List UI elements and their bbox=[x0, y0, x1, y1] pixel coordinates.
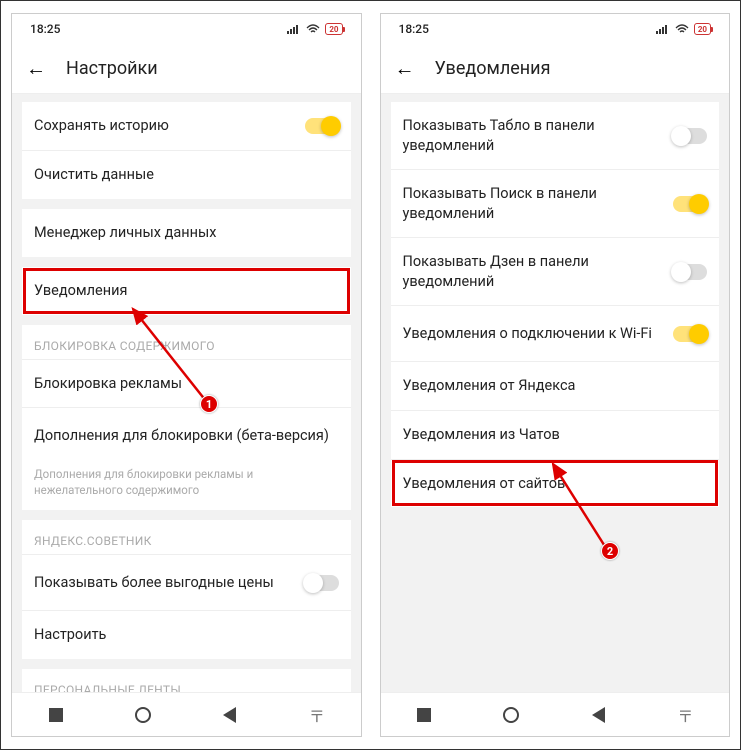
row-show-search[interactable]: Показывать Поиск в панели уведомлений bbox=[391, 169, 720, 237]
row-site-notif[interactable]: Уведомления от сайтов bbox=[391, 459, 720, 508]
battery-icon: 20 bbox=[325, 23, 342, 35]
row-show-zen[interactable]: Показывать Дзен в панели уведомлений bbox=[391, 237, 720, 305]
status-bar: 18:25 20 bbox=[381, 14, 730, 44]
status-time: 18:25 bbox=[30, 22, 60, 36]
nav-back[interactable] bbox=[588, 705, 608, 725]
phone-left: 18:25 20 ← Настройки Сохранять историю О… bbox=[11, 13, 362, 737]
toggle-show-search[interactable] bbox=[673, 196, 707, 212]
page-title: Уведомления bbox=[435, 58, 551, 79]
wifi-icon bbox=[306, 24, 320, 34]
battery-icon: 20 bbox=[694, 23, 711, 35]
status-icons: 20 bbox=[287, 23, 342, 35]
nav-bar: 〒 bbox=[12, 692, 361, 736]
row-wifi-notif[interactable]: Уведомления о подключении к Wi-Fi bbox=[391, 305, 720, 361]
nav-back[interactable] bbox=[220, 705, 240, 725]
row-ad-block[interactable]: Блокировка рекламы bbox=[22, 359, 351, 408]
nav-home[interactable] bbox=[133, 705, 153, 725]
row-save-history[interactable]: Сохранять историю bbox=[22, 102, 351, 150]
row-notifications[interactable]: Уведомления bbox=[22, 267, 351, 315]
section-feeds: ПЕРСОНАЛЬНЫЕ ЛЕНТЫ bbox=[22, 669, 351, 692]
row-chat-notif[interactable]: Уведомления из Чатов bbox=[391, 410, 720, 459]
nav-accessibility[interactable]: 〒 bbox=[675, 705, 695, 725]
row-configure[interactable]: Настроить bbox=[22, 610, 351, 659]
status-icons: 20 bbox=[656, 23, 711, 35]
nav-accessibility[interactable]: 〒 bbox=[307, 705, 327, 725]
annotation-badge-1: 1 bbox=[200, 395, 218, 413]
row-clear-data[interactable]: Очистить данные bbox=[22, 150, 351, 199]
settings-content: Сохранять историю Очистить данные Менедж… bbox=[12, 94, 361, 692]
back-button[interactable]: ← bbox=[26, 56, 46, 81]
status-time: 18:25 bbox=[399, 22, 429, 36]
row-data-manager[interactable]: Менеджер личных данных bbox=[22, 209, 351, 257]
row-block-addons[interactable]: Дополнения для блокировки (бета-версия) bbox=[22, 407, 351, 463]
toggle-show-zen[interactable] bbox=[673, 264, 707, 280]
header: ← Уведомления bbox=[381, 44, 730, 94]
toggle-show-tablo[interactable] bbox=[673, 128, 707, 144]
section-advisor: ЯНДЕКС.СОВЕТНИК bbox=[22, 520, 351, 554]
nav-home[interactable] bbox=[501, 705, 521, 725]
status-bar: 18:25 20 bbox=[12, 14, 361, 44]
header: ← Настройки bbox=[12, 44, 361, 94]
toggle-show-prices[interactable] bbox=[305, 575, 339, 591]
row-show-prices[interactable]: Показывать более выгодные цены bbox=[22, 554, 351, 610]
section-content-blocking: БЛОКИРОВКА СОДЕРЖИМОГО bbox=[22, 325, 351, 359]
nav-recent[interactable] bbox=[46, 705, 66, 725]
row-show-tablo[interactable]: Показывать Табло в панели уведомлений bbox=[391, 102, 720, 169]
phone-right: 18:25 20 ← Уведомления Показывать Табло … bbox=[380, 13, 731, 737]
annotation-badge-2: 2 bbox=[601, 542, 619, 560]
back-button[interactable]: ← bbox=[395, 56, 415, 81]
toggle-save-history[interactable] bbox=[305, 118, 339, 134]
toggle-wifi-notif[interactable] bbox=[673, 326, 707, 342]
page-title: Настройки bbox=[66, 58, 158, 79]
notifications-content: Показывать Табло в панели уведомлений По… bbox=[381, 94, 730, 692]
row-yandex-notif[interactable]: Уведомления от Яндекса bbox=[391, 361, 720, 410]
nav-recent[interactable] bbox=[414, 705, 434, 725]
wifi-icon bbox=[675, 24, 689, 34]
nav-bar: 〒 bbox=[381, 692, 730, 736]
hint-block-addons: Дополнения для блокировки рекламы и неже… bbox=[22, 463, 351, 510]
